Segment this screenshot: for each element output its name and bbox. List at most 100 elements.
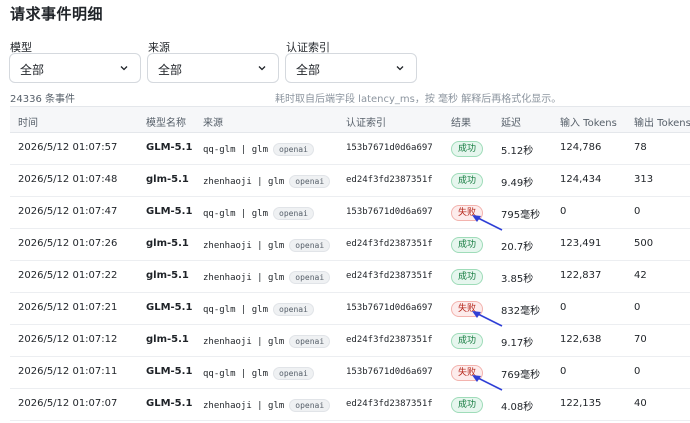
cell-time-text: 2026/5/12 01:07:11 bbox=[18, 366, 118, 377]
table-row[interactable]: 2026/5/12 01:07:21 GLM-5.1 qq-glm | glm ope… bbox=[10, 293, 690, 325]
table-row[interactable]: 2026/5/12 01:07:26 glm-5.1 zhenhaoji | glm… bbox=[10, 229, 690, 261]
cell-source-text: qq-glm | glm bbox=[203, 305, 269, 315]
cell-output-tokens-text: 78 bbox=[634, 142, 647, 153]
event-count: 24336 条事件 bbox=[10, 94, 75, 105]
cell-time-text: 2026/5/12 01:07:12 bbox=[18, 334, 118, 345]
cell-output-tokens: 0 bbox=[634, 206, 640, 217]
cell-auth-index: 153b7671d0d6a697 bbox=[346, 207, 433, 217]
table-row[interactable]: 2026/5/12 01:07:47 GLM-5.1 qq-glm | glm ope… bbox=[10, 197, 690, 229]
cell-latency-text: 769毫秒 bbox=[501, 370, 541, 381]
cell-time: 2026/5/12 01:07:57 bbox=[18, 142, 117, 153]
cell-source: qq-glm | glm openai bbox=[203, 303, 314, 316]
cell-output-tokens: 0 bbox=[634, 302, 640, 313]
cell-input-tokens-text: 122,135 bbox=[560, 398, 602, 409]
cell-latency-text: 832毫秒 bbox=[501, 306, 541, 317]
header-time: 时间 bbox=[18, 118, 38, 129]
cell-source-text: zhenhaoji | glm bbox=[203, 273, 285, 283]
cell-model: GLM-5.1 bbox=[146, 206, 192, 217]
cell-time: 2026/5/12 01:07:07 bbox=[18, 398, 117, 409]
cell-input-tokens: 124,786 bbox=[560, 142, 601, 153]
cell-latency: 20.7秒 bbox=[501, 238, 533, 253]
cell-output-tokens-text: 0 bbox=[634, 366, 641, 377]
cell-input-tokens: 0 bbox=[560, 302, 566, 313]
cell-latency: 4.08秒 bbox=[501, 398, 533, 413]
cell-auth-index: ed24f3fd2387351f bbox=[346, 239, 433, 249]
chevron-down-icon bbox=[120, 66, 128, 71]
cell-input-tokens: 0 bbox=[560, 366, 566, 377]
header-output-tokens: 输出 Tokens bbox=[634, 118, 690, 129]
provider-tag: openai bbox=[289, 399, 331, 412]
cell-time: 2026/5/12 01:07:48 bbox=[18, 174, 117, 185]
cell-auth-index-text: 153b7671d0d6a697 bbox=[346, 143, 433, 153]
cell-model-text: glm-5.1 bbox=[146, 238, 189, 249]
provider-tag: openai bbox=[273, 367, 314, 380]
cell-latency-text: 9.49秒 bbox=[501, 178, 534, 189]
cell-model: GLM-5.1 bbox=[146, 302, 192, 313]
cell-time: 2026/5/12 01:07:12 bbox=[18, 334, 117, 345]
cell-model: glm-5.1 bbox=[146, 334, 189, 345]
cell-latency: 5.12秒 bbox=[501, 142, 533, 157]
cell-input-tokens: 123,491 bbox=[560, 238, 601, 249]
cell-latency-text: 5.12秒 bbox=[501, 146, 534, 157]
cell-model: GLM-5.1 bbox=[146, 142, 192, 153]
cell-auth-index: 153b7671d0d6a697 bbox=[346, 303, 433, 313]
provider-tag: openai bbox=[273, 303, 314, 316]
latency-hint: 耗时取自后端字段 latency_ms，按 毫秒 解释后再格式化显示。 bbox=[275, 94, 562, 105]
table-row[interactable]: 2026/5/12 01:07:57 GLM-5.1 qq-glm | glm ope… bbox=[10, 133, 690, 165]
cell-input-tokens-text: 0 bbox=[560, 366, 567, 377]
cell-latency-text: 20.7秒 bbox=[501, 242, 534, 253]
provider-tag: openai bbox=[289, 175, 331, 188]
cell-time-text: 2026/5/12 01:07:07 bbox=[18, 398, 118, 409]
arrow-annotation-icon bbox=[472, 215, 503, 231]
cell-model-text: glm-5.1 bbox=[146, 174, 189, 185]
cell-input-tokens-text: 123,491 bbox=[560, 238, 602, 249]
cell-model-text: glm-5.1 bbox=[146, 334, 189, 345]
cell-model-text: GLM-5.1 bbox=[146, 302, 193, 313]
cell-output-tokens: 70 bbox=[634, 334, 647, 345]
cell-auth-index-text: 153b7671d0d6a697 bbox=[346, 367, 433, 377]
cell-auth-index: ed24f3fd2387351f bbox=[346, 271, 433, 281]
cell-auth-index: ed24f3fd2387351f bbox=[346, 399, 433, 409]
source-select-value: 全部 bbox=[158, 63, 183, 77]
provider-tag: openai bbox=[289, 239, 331, 252]
cell-input-tokens: 0 bbox=[560, 206, 566, 217]
cell-source-text: zhenhaoji | glm bbox=[203, 401, 285, 411]
header-result: 结果 bbox=[451, 118, 471, 129]
cell-input-tokens: 124,434 bbox=[560, 174, 601, 185]
provider-tag: openai bbox=[273, 143, 314, 156]
cell-output-tokens-text: 500 bbox=[634, 238, 654, 249]
cell-source: zhenhaoji | glm openai bbox=[203, 239, 331, 252]
source-select[interactable]: 全部 bbox=[147, 53, 279, 83]
cell-auth-index-text: ed24f3fd2387351f bbox=[346, 399, 433, 409]
cell-source: qq-glm | glm openai bbox=[203, 143, 314, 156]
cell-input-tokens-text: 122,638 bbox=[560, 334, 602, 345]
model-select[interactable]: 全部 bbox=[9, 53, 141, 83]
cell-source: zhenhaoji | glm openai bbox=[203, 175, 331, 188]
status-badge-success: 成功 bbox=[451, 397, 484, 413]
table-row[interactable]: 2026/5/12 01:07:07 GLM-5.1 zhenhaoji | glm… bbox=[10, 389, 690, 421]
table-row[interactable]: 2026/5/12 01:07:48 glm-5.1 zhenhaoji | glm… bbox=[10, 165, 690, 197]
auth-index-select[interactable]: 全部 bbox=[285, 53, 417, 83]
cell-input-tokens-text: 0 bbox=[560, 302, 567, 313]
cell-time: 2026/5/12 01:07:22 bbox=[18, 270, 117, 281]
cell-input-tokens-text: 124,786 bbox=[560, 142, 602, 153]
status-badge-success: 成功 bbox=[451, 269, 484, 285]
cell-auth-index-text: ed24f3fd2387351f bbox=[346, 175, 433, 185]
cell-input-tokens-text: 122,837 bbox=[560, 270, 602, 281]
cell-model-text: glm-5.1 bbox=[146, 270, 189, 281]
cell-auth-index: 153b7671d0d6a697 bbox=[346, 143, 433, 153]
cell-latency: 795毫秒 bbox=[501, 206, 540, 221]
table-row[interactable]: 2026/5/12 01:07:12 glm-5.1 zhenhaoji | glm… bbox=[10, 325, 690, 357]
table-row[interactable]: 2026/5/12 01:07:22 glm-5.1 zhenhaoji | glm… bbox=[10, 261, 690, 293]
cell-input-tokens-text: 124,434 bbox=[560, 174, 602, 185]
provider-tag: openai bbox=[273, 207, 314, 220]
cell-time: 2026/5/12 01:07:21 bbox=[18, 302, 117, 313]
cell-latency-text: 4.08秒 bbox=[501, 402, 534, 413]
provider-tag: openai bbox=[289, 335, 331, 348]
cell-model-text: GLM-5.1 bbox=[146, 206, 193, 217]
cell-source: zhenhaoji | glm openai bbox=[203, 399, 331, 412]
chevron-down-icon bbox=[396, 66, 404, 71]
cell-latency: 3.85秒 bbox=[501, 270, 533, 285]
table-row[interactable]: 2026/5/12 01:07:11 GLM-5.1 qq-glm | glm ope… bbox=[10, 357, 690, 389]
cell-source-text: zhenhaoji | glm bbox=[203, 337, 285, 347]
